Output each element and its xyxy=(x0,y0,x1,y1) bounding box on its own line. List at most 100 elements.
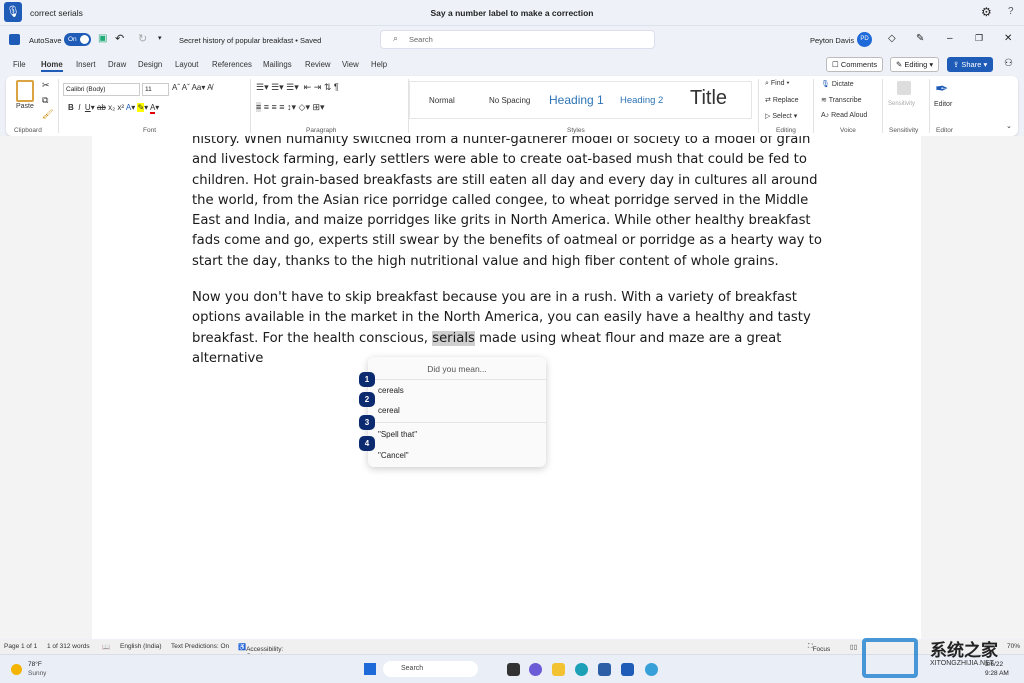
format-painter-icon[interactable]: 🖌 xyxy=(42,109,53,120)
tab-help[interactable]: Help xyxy=(371,60,387,69)
editing-mode-button[interactable]: ✎ Editing ▾ xyxy=(890,57,939,72)
teams-icon[interactable] xyxy=(645,663,658,676)
select-label: Select xyxy=(772,113,791,120)
find-button[interactable]: ⌕ Find ▾ xyxy=(765,80,789,88)
tab-insert[interactable]: Insert xyxy=(76,60,96,69)
number-badge-1[interactable]: 1 xyxy=(359,372,375,387)
tab-view[interactable]: View xyxy=(342,60,359,69)
watermark-logo: 系统之家 XITONGZHIJIA.NET xyxy=(862,634,1024,683)
document-title[interactable]: Secret history of popular breakfast • Sa… xyxy=(179,36,321,45)
chat-icon[interactable] xyxy=(529,663,542,676)
editor-icon: ✒ xyxy=(935,79,948,99)
sun-icon xyxy=(11,664,22,675)
read-aloud-button[interactable]: A♪ Read Aloud xyxy=(821,112,867,119)
focus-button[interactable]: ⛶ Focus xyxy=(808,643,813,651)
word-count[interactable]: 1 of 312 words xyxy=(47,643,90,650)
option-cancel[interactable]: "Cancel" xyxy=(378,451,409,460)
group-styles: Styles xyxy=(567,127,585,134)
editor-button[interactable]: Editor xyxy=(934,101,952,108)
edge-icon[interactable] xyxy=(575,663,588,676)
autosave-toggle[interactable]: On xyxy=(64,33,91,46)
transcribe-button[interactable]: ≋ Transcribe xyxy=(821,96,862,104)
close-button[interactable]: ✕ xyxy=(1004,33,1012,44)
copy-icon[interactable]: ⧉ xyxy=(42,95,48,106)
help-icon[interactable]: ? xyxy=(1008,6,1014,17)
word-logo-icon xyxy=(9,34,20,45)
read-mode-icon[interactable]: ▯▯ xyxy=(850,643,857,651)
language[interactable]: English (India) xyxy=(120,643,162,650)
comments-button[interactable]: ☐ Comments xyxy=(826,57,883,72)
replace-button[interactable]: ⇄ Replace xyxy=(765,96,799,104)
font-size-controls[interactable]: Aˆ Aˇ Aa▾ A̸ xyxy=(172,83,212,92)
pen-icon[interactable]: ✎ xyxy=(916,33,924,44)
group-editing: Editing xyxy=(776,127,796,134)
share-button[interactable]: ⇪ Share ▾ xyxy=(947,57,993,72)
font-size-select[interactable]: 11 xyxy=(142,83,169,96)
customize-toolbar-icon[interactable]: ▾ xyxy=(158,34,162,42)
style-normal[interactable]: Normal xyxy=(429,96,455,105)
file-explorer-icon[interactable] xyxy=(552,663,565,676)
restore-button[interactable]: ❐ xyxy=(975,33,983,44)
group-font: Font xyxy=(143,127,156,134)
accessibility-status[interactable]: ♿ Accessibility: Good to go xyxy=(238,643,246,651)
dictate-button[interactable]: 🎙 Dictate xyxy=(821,80,854,88)
gear-icon[interactable]: ⚙ xyxy=(981,5,992,19)
page-count[interactable]: Page 1 of 1 xyxy=(4,643,37,650)
start-icon[interactable] xyxy=(364,663,376,675)
font-name-select[interactable]: Calibri (Body) xyxy=(63,83,140,96)
tab-home[interactable]: Home xyxy=(41,60,63,72)
taskbar-search[interactable]: Search xyxy=(383,661,478,677)
undo-icon[interactable]: ↶ xyxy=(115,32,124,45)
number-badge-2[interactable]: 2 xyxy=(359,392,375,407)
collapse-ribbon-icon[interactable]: ⌄ xyxy=(1006,122,1012,130)
number-badge-4[interactable]: 4 xyxy=(359,436,375,451)
tab-references[interactable]: References xyxy=(212,60,252,69)
misrecognized-word[interactable]: serials xyxy=(432,331,475,346)
style-heading-2[interactable]: Heading 2 xyxy=(620,95,663,106)
group-editor: Editor xyxy=(936,127,953,134)
option-spell-that[interactable]: "Spell that" xyxy=(378,430,417,439)
proofing-icon[interactable]: 📖 xyxy=(102,643,110,651)
word-taskbar-icon[interactable] xyxy=(621,663,634,676)
tab-review[interactable]: Review xyxy=(305,60,331,69)
sensitivity-button[interactable]: Sensitivity xyxy=(888,101,915,107)
coauthor-icon[interactable]: ⚇ xyxy=(1004,58,1013,69)
search-input[interactable]: Search xyxy=(380,30,655,49)
transcribe-label: Transcribe xyxy=(829,97,862,104)
text-predictions[interactable]: Text Predictions: On xyxy=(171,643,229,650)
number-badge-3[interactable]: 3 xyxy=(359,415,375,430)
paragraph-1[interactable]: history. When humanity switched from a h… xyxy=(192,136,822,272)
redo-icon[interactable]: ↻ xyxy=(138,32,147,45)
comments-label: Comments xyxy=(841,60,877,69)
tab-file[interactable]: File xyxy=(13,60,26,69)
weather-temp[interactable]: 78°F xyxy=(28,661,42,668)
font-format-buttons[interactable]: B I U▾ ab x₂ x² A▾ ✎▾ A▾ xyxy=(68,103,159,112)
weather-condition[interactable]: Sunny xyxy=(28,670,46,677)
group-voice: Voice xyxy=(840,127,856,134)
option-cereals[interactable]: cereals xyxy=(378,386,404,395)
tab-draw[interactable]: Draw xyxy=(108,60,126,69)
ribbon: Paste ✂ ⧉ 🖌 Clipboard Calibri (Body) 11 … xyxy=(6,76,1018,136)
paste-button[interactable]: Paste xyxy=(16,103,34,110)
editing-label: Editing xyxy=(904,60,927,69)
alignment-buttons[interactable]: ≡ ≡ ≡ ≡ ↕▾ ◇▾ ⊞▾ xyxy=(256,102,325,113)
style-title[interactable]: Title xyxy=(690,87,727,110)
paste-icon[interactable] xyxy=(16,80,34,102)
cut-icon[interactable]: ✂ xyxy=(42,80,50,91)
tab-design[interactable]: Design xyxy=(138,60,162,69)
option-cereal[interactable]: cereal xyxy=(378,406,400,415)
read-aloud-label: Read Aloud xyxy=(831,112,867,119)
watermark-subtext: XITONGZHIJIA.NET xyxy=(930,660,994,667)
tab-mailings[interactable]: Mailings xyxy=(263,60,292,69)
list-buttons[interactable]: ☰▾ ☰▾ ☰▾ ⇤ ⇥ ⇅ ¶ xyxy=(256,82,339,93)
style-no-spacing[interactable]: No Spacing xyxy=(489,96,530,105)
store-icon[interactable] xyxy=(598,663,611,676)
minimize-button[interactable]: – xyxy=(947,33,953,44)
select-button[interactable]: ▷ Select ▾ xyxy=(765,112,797,120)
style-heading-1[interactable]: Heading 1 xyxy=(549,93,604,107)
diamond-icon[interactable]: ◇ xyxy=(888,33,896,44)
task-view-icon[interactable] xyxy=(507,663,520,676)
tab-layout[interactable]: Layout xyxy=(175,60,198,69)
save-icon[interactable]: ▣ xyxy=(98,33,107,44)
avatar[interactable]: PD xyxy=(857,32,872,47)
